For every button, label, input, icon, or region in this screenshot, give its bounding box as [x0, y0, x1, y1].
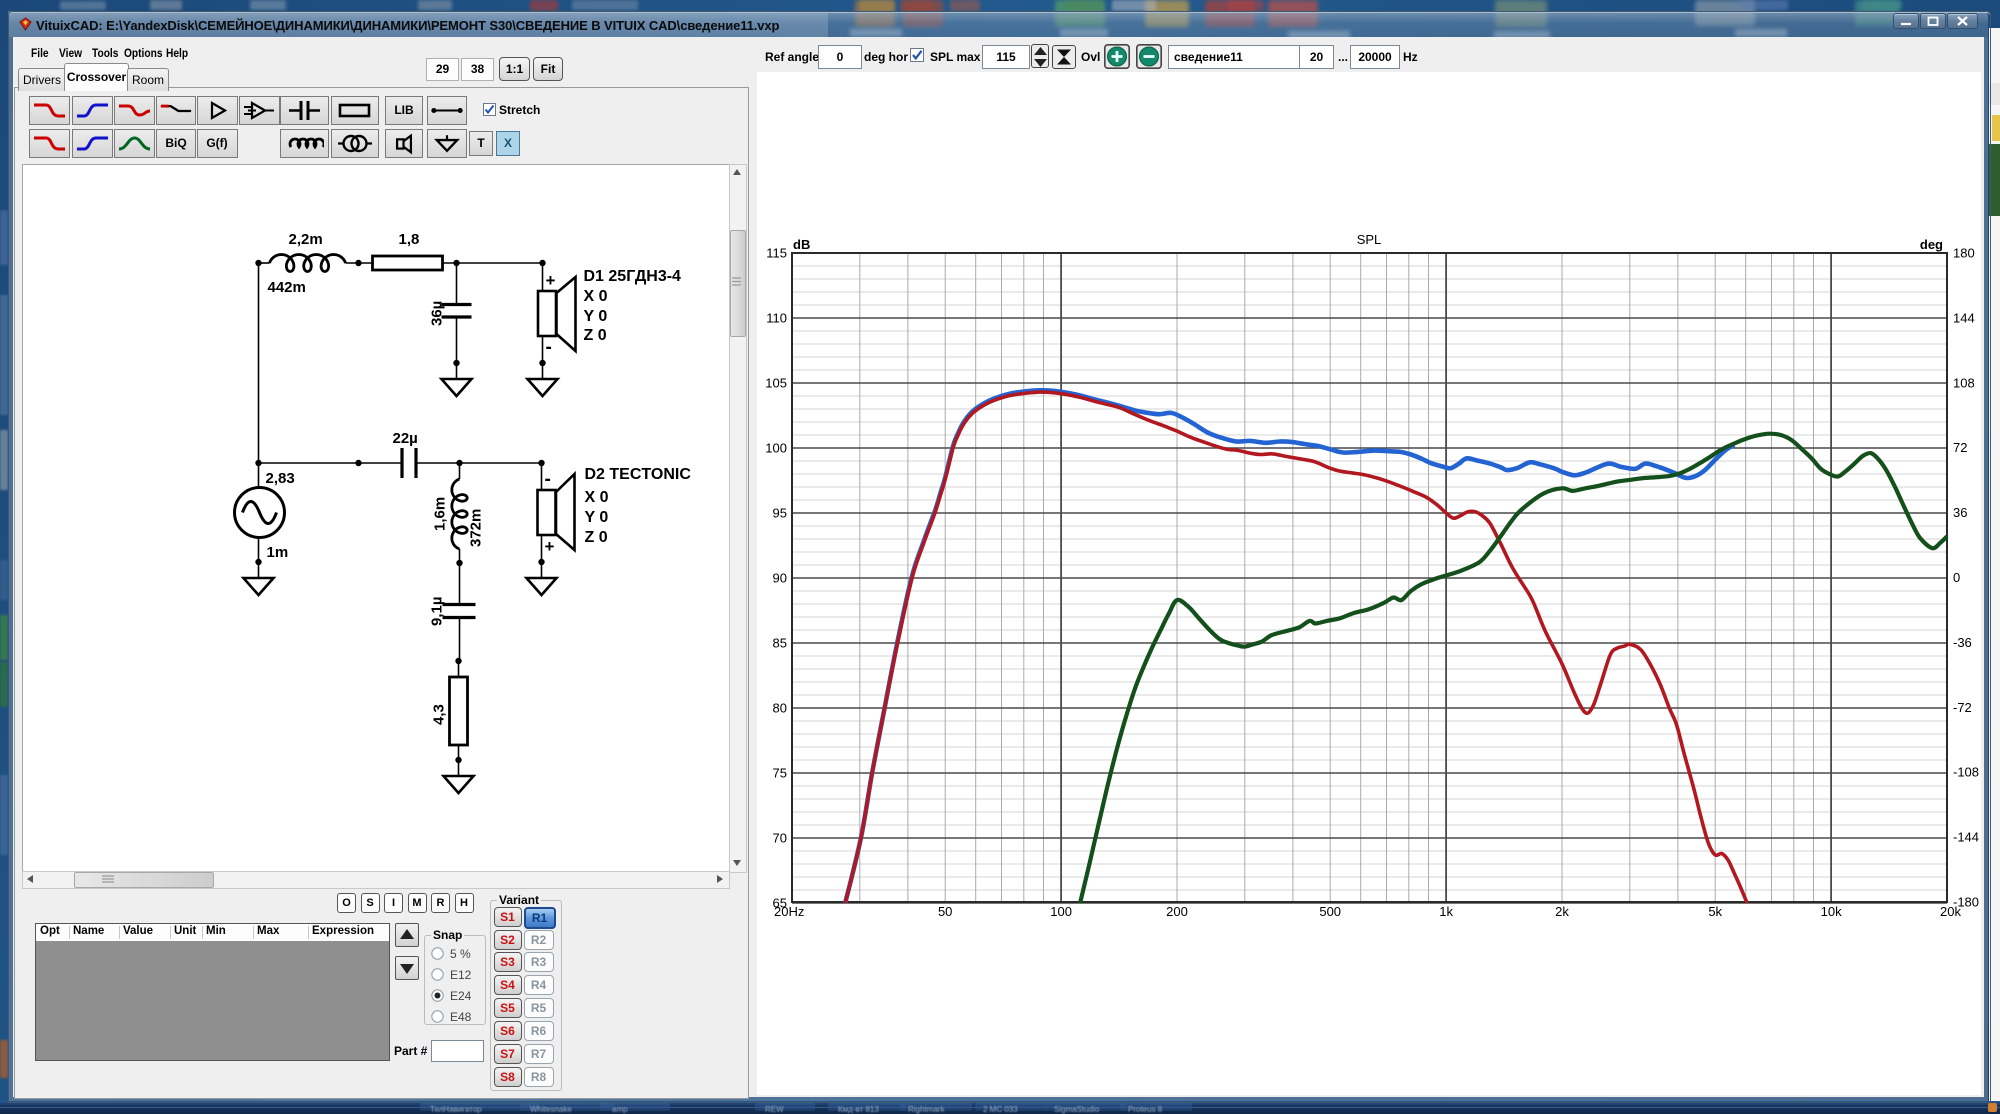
svg-text:105: 105 [765, 376, 787, 391]
svg-text:100: 100 [1050, 904, 1072, 919]
svg-text:115: 115 [766, 246, 787, 261]
svg-text:-108: -108 [1953, 765, 1979, 780]
svg-text:9,1µ: 9,1µ [428, 597, 445, 627]
svg-text:10k: 10k [1821, 904, 1842, 919]
svg-text:-144: -144 [1953, 830, 1979, 845]
svg-text:-: - [545, 337, 551, 358]
svg-text:72: 72 [1953, 440, 1967, 455]
svg-text:D1 25ГДН3-4: D1 25ГДН3-4 [583, 268, 681, 285]
svg-text:36µ: 36µ [428, 301, 445, 326]
svg-text:20Hz: 20Hz [774, 904, 804, 919]
svg-text:5k: 5k [1708, 904, 1722, 919]
svg-text:SPL: SPL [1357, 232, 1382, 247]
svg-text:X 0: X 0 [584, 489, 608, 506]
svg-text:2k: 2k [1555, 904, 1569, 919]
svg-text:2,83: 2,83 [265, 470, 294, 487]
svg-text:200: 200 [1166, 904, 1188, 919]
svg-text:2,2m: 2,2m [288, 231, 322, 248]
svg-text:20k: 20k [1940, 904, 1961, 919]
svg-text:500: 500 [1319, 904, 1341, 919]
svg-text:50: 50 [938, 904, 952, 919]
svg-text:0: 0 [1953, 570, 1960, 585]
svg-text:110: 110 [766, 311, 787, 326]
svg-text:-72: -72 [1953, 700, 1972, 715]
svg-text:108: 108 [1953, 375, 1975, 390]
svg-text:36: 36 [1953, 505, 1967, 520]
svg-text:+: + [544, 537, 554, 556]
svg-text:-: - [544, 469, 550, 490]
svg-text:144: 144 [1953, 310, 1975, 325]
svg-text:Y 0: Y 0 [583, 308, 607, 325]
svg-text:Z 0: Z 0 [584, 529, 607, 546]
svg-text:Y 0: Y 0 [584, 509, 608, 526]
svg-text:4,3: 4,3 [430, 704, 447, 725]
svg-text:1k: 1k [1439, 904, 1453, 919]
svg-text:22µ: 22µ [392, 430, 417, 447]
svg-text:-36: -36 [1953, 635, 1972, 650]
svg-text:442m: 442m [267, 279, 305, 296]
svg-text:85: 85 [773, 636, 787, 651]
svg-text:75: 75 [773, 766, 787, 781]
svg-text:1,6m: 1,6m [431, 497, 448, 531]
svg-text:1m: 1m [266, 544, 288, 561]
svg-text:180: 180 [1953, 246, 1975, 261]
svg-text:X 0: X 0 [583, 288, 607, 305]
svg-text:1,8: 1,8 [398, 231, 419, 248]
svg-text:+: + [545, 271, 555, 290]
svg-text:95: 95 [773, 506, 787, 521]
svg-text:100: 100 [765, 441, 787, 456]
svg-text:Z 0: Z 0 [583, 327, 606, 344]
svg-text:372m: 372m [467, 509, 484, 547]
svg-text:90: 90 [773, 571, 787, 586]
svg-text:deg: deg [1920, 237, 1943, 252]
svg-text:80: 80 [773, 701, 787, 716]
svg-text:70: 70 [773, 831, 787, 846]
svg-text:dB: dB [793, 237, 810, 252]
svg-text:D2 TECTONIC: D2 TECTONIC [584, 466, 691, 483]
